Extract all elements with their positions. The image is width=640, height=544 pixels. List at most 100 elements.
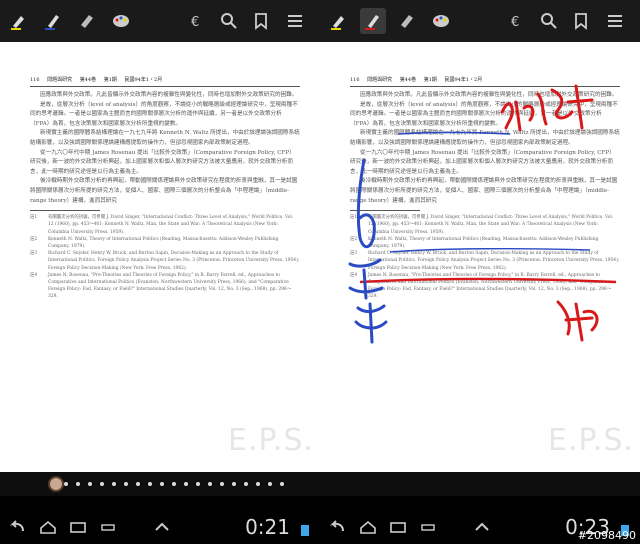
- page-content: 116 問題與研究 第44卷 第1期 民國94年1・2月 因應政策與外交政策。凡…: [30, 76, 300, 301]
- paragraph: 因應政策與外交政策。凡此皆顯示外交政策內容的複雜性與變化性，同時也增加對外交政策…: [360, 92, 618, 98]
- scrubber-tick: [100, 482, 104, 486]
- palette-icon[interactable]: [108, 8, 134, 34]
- chevron-up-icon[interactable]: [470, 518, 494, 536]
- document-page[interactable]: 116 問題與研究 第44卷 第1期 民國94年1・2月 因應政策與外交政策。凡…: [0, 42, 320, 472]
- journal-title: 問題與研究: [47, 77, 73, 83]
- menu-dots-icon[interactable]: [416, 518, 440, 536]
- scrubber-tick: [172, 482, 176, 486]
- scrubber-tick: [136, 482, 140, 486]
- footnotes: 註1 有關層次分析的討論，可參閱 J. David Singer, "Intern…: [30, 214, 300, 300]
- footnote-rule: [350, 210, 420, 212]
- menu-dots-icon[interactable]: [96, 518, 120, 536]
- page-content: 116 問題與研究 第44卷 第1期 民國94年1・2月 因應政策與外交政策。凡…: [350, 76, 620, 301]
- body-text: 因應政策與外交政策。凡此皆顯示外交政策內容的複雜性與變化性，同時也增加對外交政策…: [30, 91, 300, 206]
- volume: 第44卷: [399, 77, 417, 83]
- bookmark-icon[interactable]: [248, 8, 274, 34]
- footnote: 註4 James N. Rosenau, "Pre-Theories and Th…: [350, 272, 612, 300]
- footnote: 註1 有關層次分析的討論，可參閱 J. David Singer, "Intern…: [30, 215, 294, 235]
- status-clock: 0:21: [245, 515, 290, 539]
- battery-icon: [298, 522, 312, 536]
- scrubber-tick: [256, 482, 260, 486]
- paragraph: 後冷戰時期外交政策分析的再興起，帶動國際關係理論與外交政策研究在程度的折衷與重融…: [350, 178, 618, 204]
- svg-text:€: €: [511, 15, 519, 30]
- volume: 第44卷: [79, 77, 97, 83]
- journal-title: 問題與研究: [367, 77, 393, 83]
- paragraph: 是故，從層次分析（level of analysis）的角度觀察，不論從小的戰略…: [30, 101, 298, 127]
- paragraph: 是故，從層次分析（level of analysis）的角度觀察，不論從小的戰略…: [350, 101, 618, 127]
- svg-text:€: €: [191, 15, 199, 30]
- scrubber-tick: [280, 482, 284, 486]
- search-icon[interactable]: [216, 8, 242, 34]
- red-ink-stroke: [556, 300, 599, 342]
- running-header: 116 問題與研究 第44卷 第1期 民國94年1・2月: [350, 76, 620, 87]
- scrubber-tick: [208, 482, 212, 486]
- chevron-up-icon[interactable]: [150, 518, 174, 536]
- menu-icon[interactable]: [282, 8, 308, 34]
- paragraph: 從一九六〇年代中期 James Rosenau 提出「比較外交政策」（Compa…: [30, 149, 295, 175]
- recent-apps-icon[interactable]: [386, 518, 410, 536]
- paragraph: 因應政策與外交政策。凡此皆顯示外交政策內容的複雜性與變化性，同時也增加對外交政策…: [40, 92, 298, 98]
- paragraph: 新現實主義的國際體系結構理論在一九七九年將 Kenneth N. Waltz 所…: [350, 130, 620, 146]
- scrubber-tick: [88, 482, 92, 486]
- annotation-toolbar: €: [0, 0, 320, 42]
- highlighter-icon[interactable]: [6, 8, 32, 34]
- scrubber-tick: [244, 482, 248, 486]
- footnote: 註3 Richard C. Snyder, Henry W. Bruck, and…: [350, 251, 620, 271]
- date: 民國94年1・2月: [444, 77, 483, 83]
- left-reader-pane: € 116 問題與研究 第44卷 第1期 民國94年1・2月 因應政策與外交政策…: [0, 0, 320, 544]
- back-icon[interactable]: [326, 518, 350, 536]
- system-navbar: 0:21: [0, 510, 320, 544]
- footnote: 註1 有關層次分析的討論，可參閱 J. David Singer, "Intern…: [350, 215, 614, 235]
- footnote: 註4 James N. Rosenau, "Pre-Theories and Th…: [30, 272, 292, 300]
- eraser-icon[interactable]: [394, 8, 420, 34]
- selection-icon[interactable]: €: [186, 8, 212, 34]
- eraser-icon[interactable]: [74, 8, 100, 34]
- scrubber-thumb[interactable]: [48, 476, 64, 492]
- body-text: 因應政策與外交政策。凡此皆顯示外交政策內容的複雜性與變化性，同時也增加對外交政策…: [350, 91, 620, 206]
- home-icon[interactable]: [36, 518, 60, 536]
- footnote: 註3 Richard C. Snyder, Henry W. Bruck, and…: [30, 251, 300, 271]
- image-id-caption: #2098490: [577, 529, 636, 542]
- running-header: 116 問題與研究 第44卷 第1期 民國94年1・2月: [30, 76, 300, 87]
- scrubber-tick: [148, 482, 152, 486]
- scrubber-tick: [232, 482, 236, 486]
- page-number: 116: [30, 77, 40, 83]
- search-icon[interactable]: [536, 8, 562, 34]
- selection-icon[interactable]: €: [506, 8, 532, 34]
- right-reader-pane: € 116 問題與研究 第44卷 第1期 民國94年1・2月 因應政策與外交政策…: [320, 0, 640, 544]
- pen-icon[interactable]: [40, 8, 66, 34]
- footnote: 註2 Kenneth N. Waltz, Theory of Internatio…: [350, 236, 599, 249]
- scrubber-tick: [76, 482, 80, 486]
- scrubber-tick: [196, 482, 200, 486]
- scrubber-tick: [124, 482, 128, 486]
- footnote: 註2 Kenneth N. Waltz, Theory of Internatio…: [30, 236, 279, 249]
- footnotes: 註1 有關層次分析的討論，可參閱 J. David Singer, "Intern…: [350, 214, 620, 300]
- scrubber-track: [52, 482, 284, 486]
- issue: 第1期: [103, 77, 117, 83]
- scrubber-tick: [220, 482, 224, 486]
- date: 民國94年1・2月: [124, 77, 163, 83]
- page-number: 116: [350, 77, 360, 83]
- pen-icon[interactable]: [360, 8, 386, 34]
- menu-icon[interactable]: [602, 8, 628, 34]
- paragraph: 後冷戰時期外交政策分析的再興起，帶動國際關係理論與外交政策研究在程度的折衷與重融…: [30, 178, 298, 204]
- page-scrubber[interactable]: [320, 472, 640, 496]
- home-icon[interactable]: [356, 518, 380, 536]
- scrubber-tick: [160, 482, 164, 486]
- highlighter-icon[interactable]: [326, 8, 352, 34]
- document-page[interactable]: 116 問題與研究 第44卷 第1期 民國94年1・2月 因應政策與外交政策。凡…: [320, 42, 640, 472]
- paragraph: 從一九六〇年代中期 James Rosenau 提出「比較外交政策」（Compa…: [350, 149, 615, 175]
- page-scrubber[interactable]: [0, 472, 320, 496]
- publisher-watermark: E.P.S.: [547, 423, 634, 458]
- scrubber-tick: [184, 482, 188, 486]
- annotation-toolbar: €: [320, 0, 640, 42]
- issue: 第1期: [423, 77, 437, 83]
- back-icon[interactable]: [6, 518, 30, 536]
- scrubber-tick: [268, 482, 272, 486]
- publisher-watermark: E.P.S.: [227, 423, 314, 458]
- paragraph: 新現實主義的國際體系結構理論在一九七九年將 Kenneth N. Waltz 所…: [30, 130, 300, 146]
- scrubber-tick: [112, 482, 116, 486]
- palette-icon[interactable]: [428, 8, 454, 34]
- recent-apps-icon[interactable]: [66, 518, 90, 536]
- bookmark-icon[interactable]: [568, 8, 594, 34]
